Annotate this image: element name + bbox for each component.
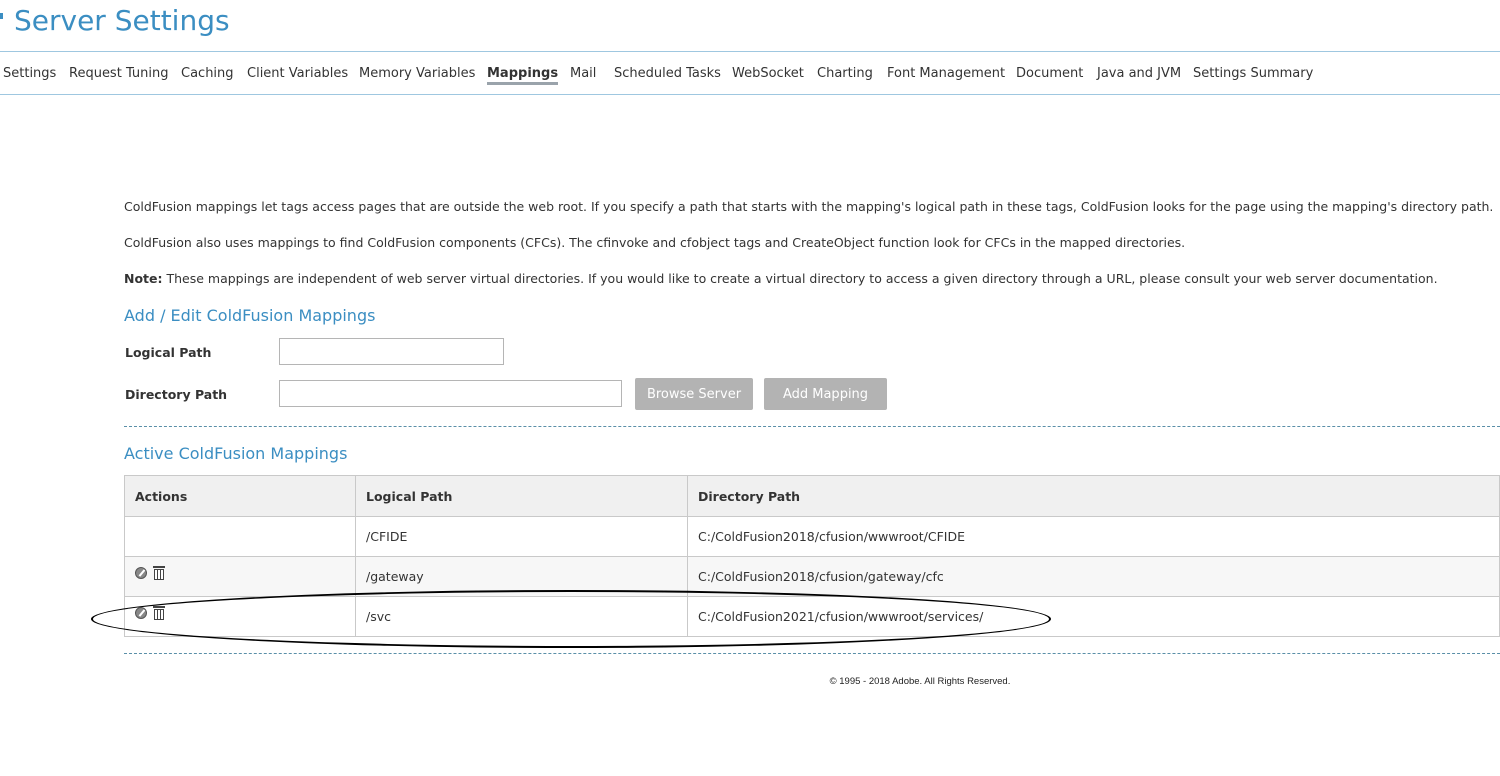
row-logical-path: /svc (355, 596, 688, 637)
tab-request-tuning[interactable]: Request Tuning (69, 66, 169, 81)
tab-charting[interactable]: Charting (817, 66, 873, 81)
page-title: Server Settings (14, 4, 230, 37)
tab-mail[interactable]: Mail (570, 66, 596, 81)
add-edit-heading: Add / Edit ColdFusion Mappings (124, 306, 376, 325)
section-divider (124, 426, 1500, 427)
intro-paragraph-2: ColdFusion also uses mappings to find Co… (124, 235, 1186, 250)
table-row: /gateway C:/ColdFusion2018/cfusion/gatew… (124, 556, 1500, 597)
table-bottom-divider (124, 653, 1500, 654)
row-actions (124, 516, 356, 557)
browse-server-button[interactable]: Browse Server (635, 378, 753, 410)
trash-icon[interactable] (153, 605, 165, 620)
intro-paragraph-1: ColdFusion mappings let tags access page… (124, 199, 1494, 214)
title-divider (0, 51, 1500, 52)
row-logical-path: /CFIDE (355, 516, 688, 557)
tab-java-and-jvm[interactable]: Java and JVM (1097, 66, 1181, 81)
note-text: These mappings are independent of web se… (162, 271, 1438, 286)
row-directory-path: C:/ColdFusion2018/cfusion/gateway/cfc (687, 556, 1500, 597)
copyright-footer: © 1995 - 2018 Adobe. All Rights Reserved… (829, 676, 1011, 687)
table-row: /svc C:/ColdFusion2021/cfusion/wwwroot/s… (124, 596, 1500, 637)
title-accent (0, 13, 3, 19)
note-paragraph: Note: These mappings are independent of … (124, 271, 1438, 286)
row-directory-path: C:/ColdFusion2021/cfusion/wwwroot/servic… (687, 596, 1500, 637)
directory-path-input[interactable] (279, 380, 622, 407)
row-directory-path: C:/ColdFusion2018/cfusion/wwwroot/CFIDE (687, 516, 1500, 557)
directory-path-label: Directory Path (125, 387, 228, 402)
tab-document[interactable]: Document (1016, 66, 1083, 81)
tab-caching[interactable]: Caching (181, 66, 234, 81)
tab-client-variables[interactable]: Client Variables (247, 66, 348, 81)
logical-path-label: Logical Path (125, 345, 212, 360)
row-logical-path: /gateway (355, 556, 688, 597)
add-mapping-button[interactable]: Add Mapping (764, 378, 887, 410)
column-header-logical-path: Logical Path (355, 475, 688, 517)
trash-icon[interactable] (153, 565, 165, 580)
tab-settings[interactable]: Settings (3, 66, 56, 81)
tab-font-management[interactable]: Font Management (887, 66, 1005, 81)
edit-icon[interactable] (135, 606, 147, 619)
table-header-row: Actions Logical Path Directory Path (124, 475, 1500, 517)
row-actions (124, 556, 356, 597)
tab-mappings[interactable]: Mappings (487, 66, 559, 85)
tabs-divider (0, 94, 1500, 95)
table-row: /CFIDE C:/ColdFusion2018/cfusion/wwwroot… (124, 516, 1500, 557)
logical-path-input[interactable] (279, 338, 504, 365)
column-header-actions: Actions (124, 475, 356, 517)
edit-icon[interactable] (135, 566, 147, 579)
tab-settings-summary[interactable]: Settings Summary (1193, 66, 1313, 81)
tab-memory-variables[interactable]: Memory Variables (359, 66, 475, 81)
row-actions (124, 596, 356, 637)
active-mappings-heading: Active ColdFusion Mappings (124, 444, 348, 463)
tab-scheduled-tasks[interactable]: Scheduled Tasks (614, 66, 721, 81)
mappings-table: Actions Logical Path Directory Path /CFI… (124, 475, 1500, 637)
column-header-directory-path: Directory Path (687, 475, 1500, 517)
tab-websocket[interactable]: WebSocket (732, 66, 804, 81)
note-label: Note: (124, 271, 163, 286)
